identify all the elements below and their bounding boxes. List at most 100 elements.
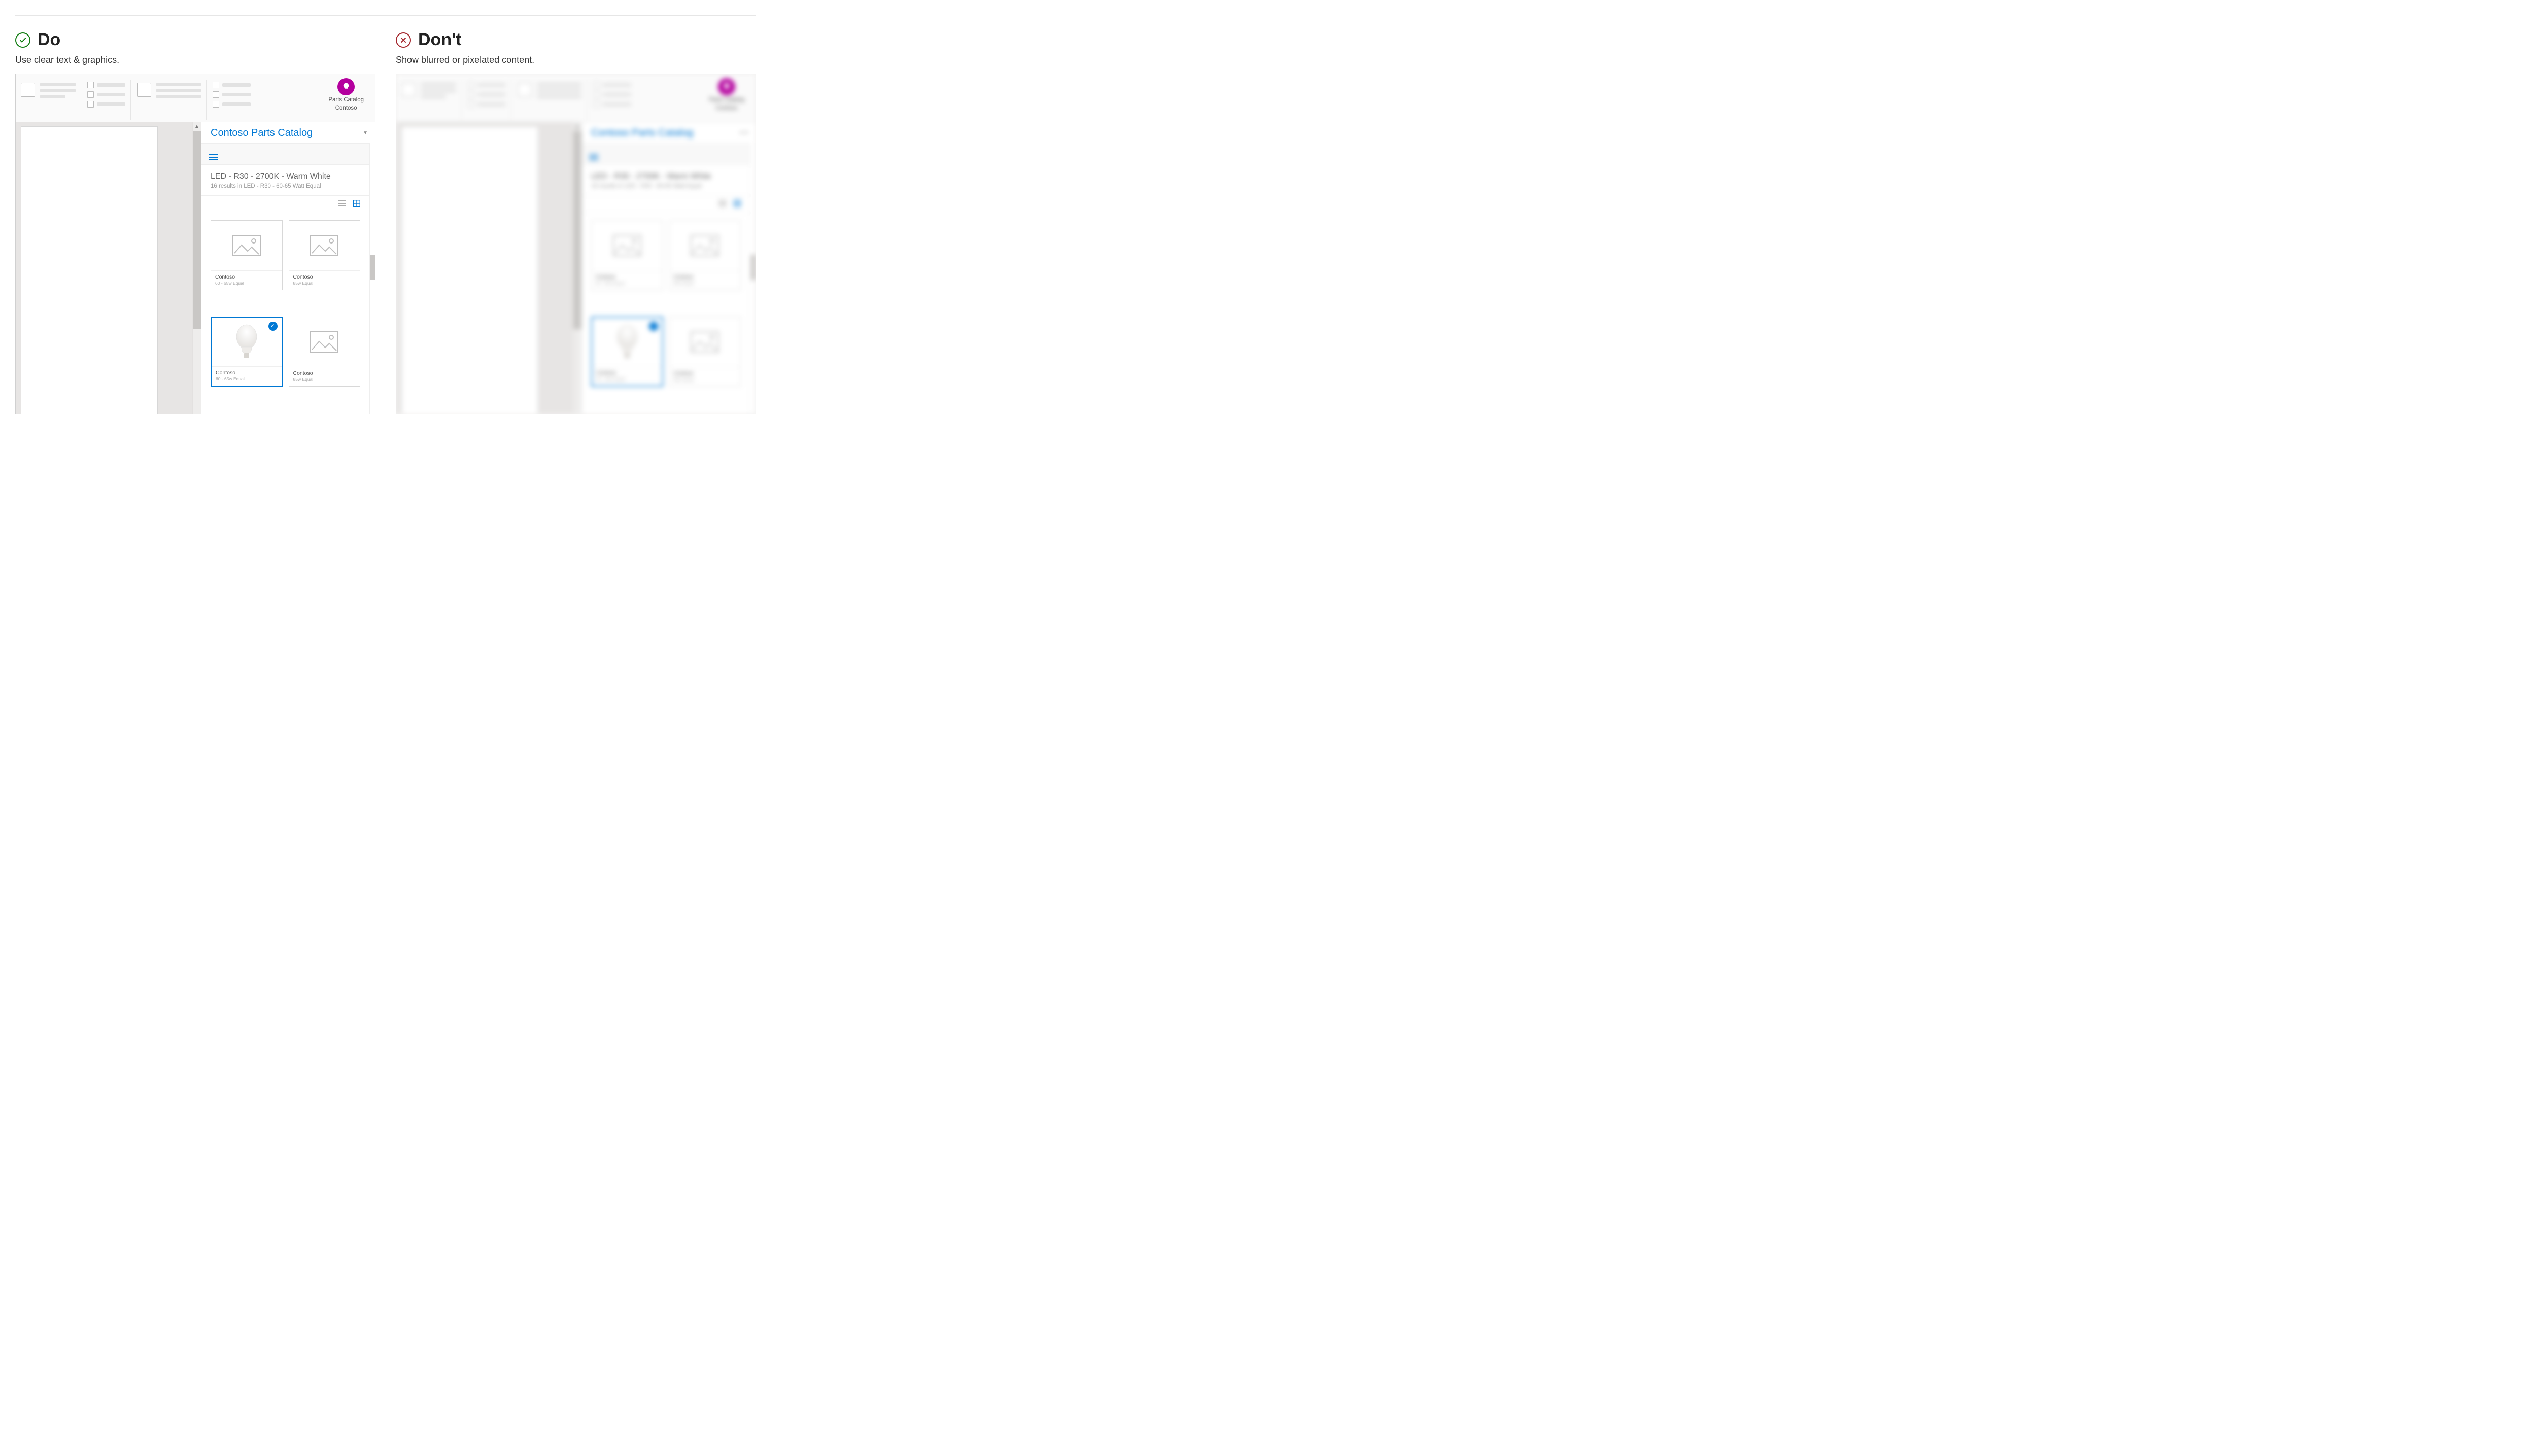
product-card[interactable]: ✓ Contoso60 - 65w Equal bbox=[211, 317, 283, 387]
card-spec: 60 - 65w Equal bbox=[216, 376, 278, 382]
addin-ribbon-button[interactable]: Parts Catalog Contoso bbox=[705, 76, 748, 114]
card-brand: Contoso bbox=[215, 274, 278, 280]
card-brand: Contoso bbox=[674, 274, 737, 280]
ribbon-checkbox[interactable] bbox=[593, 82, 600, 88]
document-canvas bbox=[396, 122, 573, 414]
task-pane: Contoso Parts Catalog ▾ ✕ LED - R30 - 27… bbox=[581, 122, 756, 414]
x-icon bbox=[396, 32, 411, 48]
ribbon-button-placeholder[interactable] bbox=[401, 83, 416, 97]
product-card[interactable]: Contoso85w Equal bbox=[289, 220, 361, 290]
search-query: LED - R30 - 2700K - Warm White bbox=[591, 172, 741, 181]
ribbon-checkbox[interactable] bbox=[468, 101, 474, 108]
card-brand: Contoso bbox=[674, 370, 737, 376]
selected-check-icon: ✓ bbox=[649, 322, 658, 331]
pane-dropdown-icon[interactable]: ▼ bbox=[363, 130, 368, 136]
pane-scrollbar[interactable] bbox=[369, 143, 375, 414]
ribbon-button-placeholder[interactable] bbox=[137, 83, 151, 97]
pane-title: Contoso Parts Catalog bbox=[591, 127, 693, 139]
ribbon-checkbox[interactable] bbox=[593, 91, 600, 98]
dont-screenshot: Parts Catalog Contoso ▲ Contos bbox=[396, 74, 756, 414]
do-screenshot: Parts Catalog Contoso ▲ Contoso Parts Ca… bbox=[15, 74, 375, 414]
search-query: LED - R30 - 2700K - Warm White bbox=[211, 172, 360, 181]
search-summary: LED - R30 - 2700K - Warm White 16 result… bbox=[201, 164, 369, 196]
pane-dropdown-icon[interactable]: ▾ ✕ bbox=[740, 130, 748, 136]
product-card[interactable]: Contoso60 - 65w Equal bbox=[211, 220, 283, 290]
ribbon-checkbox[interactable] bbox=[213, 101, 219, 108]
do-column: Do Use clear text & graphics. bbox=[15, 30, 375, 414]
placeholder-image-icon bbox=[289, 317, 360, 367]
product-card[interactable]: Contoso60 - 65w Equal bbox=[591, 220, 663, 290]
card-brand: Contoso bbox=[596, 370, 658, 376]
results-grid: Contoso60 - 65w EqualContoso85w Equal✓Co… bbox=[582, 213, 750, 414]
card-spec: 85w Equal bbox=[293, 377, 356, 382]
ribbon-checkbox[interactable] bbox=[87, 101, 94, 108]
dont-heading: Don't bbox=[418, 30, 462, 50]
scroll-thumb[interactable] bbox=[573, 131, 581, 329]
search-summary: LED - R30 - 2700K - Warm White 16 result… bbox=[582, 164, 750, 196]
dont-column: Don't Show blurred or pixelated content. bbox=[396, 30, 756, 414]
card-spec: 85w Equal bbox=[293, 281, 356, 286]
ribbon-checkbox[interactable] bbox=[87, 91, 94, 98]
product-card[interactable]: ✓ Contoso60 - 65w Equal bbox=[591, 317, 663, 387]
addin-ribbon-button[interactable]: Parts Catalog Contoso bbox=[324, 76, 368, 114]
placeholder-image-icon bbox=[670, 317, 741, 367]
results-grid: Contoso60 - 65w EqualContoso85w Equal✓Co… bbox=[201, 213, 369, 414]
list-view-icon[interactable] bbox=[338, 200, 346, 209]
scroll-up-icon[interactable]: ▲ bbox=[575, 122, 580, 131]
ribbon-button-placeholder[interactable] bbox=[21, 83, 35, 97]
card-brand: Contoso bbox=[596, 274, 659, 280]
document-page bbox=[401, 126, 538, 414]
scroll-up-icon[interactable]: ▲ bbox=[194, 122, 199, 131]
hamburger-icon[interactable] bbox=[589, 154, 598, 160]
addin-label-company: Contoso bbox=[716, 105, 738, 112]
ribbon-checkbox[interactable] bbox=[593, 101, 600, 108]
ribbon-checkbox[interactable] bbox=[468, 91, 474, 98]
search-results-count: 16 results in LED - R30 - 60-65 Watt Equ… bbox=[211, 183, 360, 189]
card-spec: 60 - 65w Equal bbox=[215, 281, 278, 286]
card-spec: 60 - 65w Equal bbox=[596, 281, 659, 286]
list-view-icon[interactable] bbox=[718, 200, 727, 209]
search-results-count: 16 results in LED - R30 - 60-65 Watt Equ… bbox=[591, 183, 741, 189]
placeholder-image-icon bbox=[211, 221, 282, 270]
scroll-thumb[interactable] bbox=[370, 255, 375, 280]
doc-scrollbar[interactable]: ▲ bbox=[573, 122, 581, 414]
product-card[interactable]: Contoso85w Equal bbox=[289, 317, 361, 387]
do-subtitle: Use clear text & graphics. bbox=[15, 55, 375, 65]
card-spec: 60 - 65w Equal bbox=[596, 376, 658, 382]
ribbon: Parts Catalog Contoso bbox=[16, 74, 375, 122]
lightbulb-icon bbox=[337, 78, 355, 95]
pane-title: Contoso Parts Catalog bbox=[211, 127, 313, 139]
scroll-thumb[interactable] bbox=[751, 255, 756, 280]
ribbon: Parts Catalog Contoso bbox=[396, 74, 756, 122]
product-card[interactable]: Contoso85w Equal bbox=[669, 220, 741, 290]
lightbulb-icon bbox=[718, 78, 735, 95]
card-spec: 85w Equal bbox=[674, 281, 737, 286]
product-card[interactable]: Contoso85w Equal bbox=[669, 317, 741, 387]
do-heading: Do bbox=[38, 30, 60, 50]
scroll-thumb[interactable] bbox=[193, 131, 201, 329]
selected-check-icon: ✓ bbox=[268, 322, 278, 331]
doc-scrollbar[interactable]: ▲ bbox=[192, 122, 201, 414]
addin-label-company: Contoso bbox=[335, 105, 357, 112]
checkmark-icon bbox=[15, 32, 30, 48]
card-brand: Contoso bbox=[293, 370, 356, 376]
task-pane: Contoso Parts Catalog ▼ LED - R30 - 2700… bbox=[201, 122, 375, 414]
ribbon-button-placeholder[interactable] bbox=[518, 83, 532, 97]
card-brand: Contoso bbox=[293, 274, 356, 280]
addin-label-title: Parts Catalog bbox=[328, 96, 364, 103]
card-spec: 85w Equal bbox=[674, 377, 737, 382]
hamburger-icon[interactable] bbox=[209, 154, 218, 160]
dont-subtitle: Show blurred or pixelated content. bbox=[396, 55, 756, 65]
placeholder-image-icon bbox=[670, 221, 741, 270]
grid-view-icon[interactable] bbox=[353, 200, 360, 209]
document-page bbox=[21, 126, 158, 414]
ribbon-checkbox[interactable] bbox=[213, 82, 219, 88]
card-brand: Contoso bbox=[216, 370, 278, 376]
ribbon-checkbox[interactable] bbox=[213, 91, 219, 98]
ribbon-checkbox[interactable] bbox=[87, 82, 94, 88]
ribbon-checkbox[interactable] bbox=[468, 82, 474, 88]
placeholder-image-icon bbox=[592, 221, 663, 270]
grid-view-icon[interactable] bbox=[734, 200, 741, 209]
document-canvas bbox=[16, 122, 192, 414]
pane-scrollbar[interactable] bbox=[750, 143, 756, 414]
